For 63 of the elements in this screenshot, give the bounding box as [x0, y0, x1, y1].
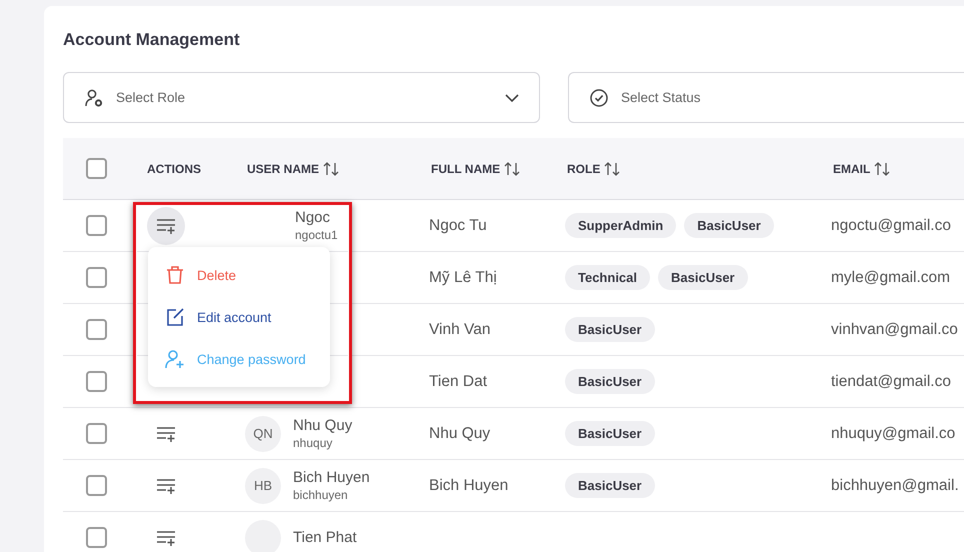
column-header[interactable]: ROLE: [567, 162, 600, 176]
full-name: Vinh Van: [429, 320, 490, 338]
menu-item[interactable]: Edit account: [148, 297, 330, 337]
avatar: HB: [245, 468, 281, 504]
role-tag: BasicUser: [565, 473, 655, 498]
sort-icon[interactable]: [604, 162, 620, 176]
user-handle: nhuquy: [293, 436, 334, 450]
role-tag: SupperAdmin: [565, 213, 676, 238]
select-input[interactable]: Select Status: [619, 89, 944, 106]
checkbox[interactable]: [86, 267, 107, 288]
user-name: Bich Huyen: [293, 469, 370, 486]
checkbox[interactable]: [86, 423, 107, 444]
full-name: Bich Huyen: [429, 476, 508, 494]
sort-icon[interactable]: [874, 162, 890, 176]
email: ngoctu@gmail.co: [831, 216, 951, 234]
list-add-icon: [156, 218, 176, 234]
checkbox[interactable]: [86, 527, 107, 548]
select-input[interactable]: Select Role: [114, 89, 495, 106]
user-name: Tien Phat: [293, 529, 357, 546]
edit-icon: [165, 307, 185, 327]
role-tag: Technical: [565, 265, 650, 290]
column-header[interactable]: EMAIL: [833, 162, 870, 176]
column-header[interactable]: FULL NAME: [431, 162, 500, 176]
email: vinhvan@gmail.co: [831, 320, 958, 338]
checkbox[interactable]: [86, 475, 107, 496]
checkbox[interactable]: [86, 215, 107, 236]
chevron-down-icon: [505, 94, 519, 102]
sort-icon[interactable]: [323, 162, 340, 176]
user-gear-icon: [84, 88, 104, 108]
list-add-icon: [156, 478, 176, 494]
full-name: Tien Dat: [429, 372, 488, 390]
check-circle-icon: [589, 88, 609, 108]
checkbox[interactable]: [86, 158, 107, 179]
column-header[interactable]: USER NAME: [247, 162, 320, 176]
full-name: Nhu Quy: [429, 424, 490, 442]
user-name: Ngoc: [295, 209, 332, 226]
email: nhuquy@gmail.co: [831, 424, 956, 442]
sort-icon[interactable]: [504, 162, 520, 176]
avatar: QN: [245, 416, 281, 452]
column-header: ACTIONS: [147, 162, 201, 176]
user-add-icon: [165, 349, 185, 369]
full-name: Mỹ Lê Thị: [429, 268, 497, 286]
role-tag: BasicUser: [565, 421, 655, 446]
select-field[interactable]: Select Role: [63, 72, 540, 123]
actions-button[interactable]: [147, 206, 185, 244]
checkbox[interactable]: [86, 319, 107, 340]
email: myle@gmail.com: [831, 268, 950, 286]
role-tag: BasicUser: [565, 369, 655, 394]
full-name: Ngoc Tu: [429, 216, 487, 234]
user-handle: ngoctu1: [295, 228, 338, 242]
email: tiendat@gmail.co: [831, 372, 951, 390]
list-add-icon: [156, 426, 176, 442]
checkbox[interactable]: [86, 371, 107, 392]
role-tag: BasicUser: [658, 265, 748, 290]
role-tag: BasicUser: [565, 317, 655, 342]
list-add-icon: [156, 530, 176, 546]
role-tag: BasicUser: [684, 213, 774, 238]
trash-icon: [165, 265, 185, 285]
page-title: Account Management: [63, 30, 241, 50]
email: bichhuyen@gmail.: [831, 476, 959, 494]
user-handle: bichhuyen: [293, 488, 349, 502]
user-name: Nhu Quy: [293, 417, 352, 434]
select-field[interactable]: Select Status: [568, 72, 964, 123]
